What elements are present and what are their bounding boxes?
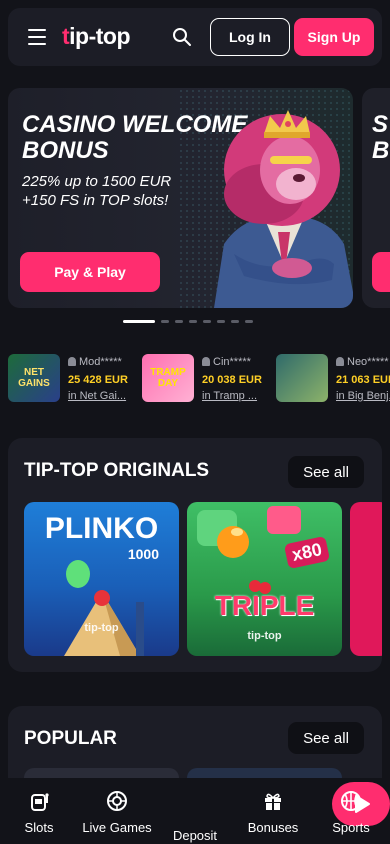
banner-pager bbox=[123, 320, 253, 323]
game-thumbnail: TRAMP DAY bbox=[142, 354, 194, 402]
welcome-bonus-banner[interactable]: CASINO WELCOME BONUS 225% up to 1500 EUR… bbox=[8, 88, 353, 308]
nav-label: Live Games bbox=[82, 820, 152, 835]
top-header: tip-top Log In Sign Up bbox=[8, 8, 382, 66]
user-icon bbox=[336, 357, 344, 366]
user-icon bbox=[202, 357, 210, 366]
winner-game-link[interactable]: in Big Benj... bbox=[336, 390, 390, 402]
popular-see-all-button[interactable]: See all bbox=[288, 722, 364, 754]
pager-dot[interactable] bbox=[217, 320, 225, 323]
user-icon bbox=[68, 357, 76, 366]
roulette-icon bbox=[107, 791, 127, 811]
nav-slots[interactable]: Slots bbox=[16, 790, 62, 840]
pager-dot[interactable] bbox=[189, 320, 197, 323]
game-thumbnail bbox=[276, 354, 328, 402]
winner-item[interactable]: Neo***** 21 063 EUR in Big Benj... bbox=[276, 350, 390, 406]
hamburger-menu-icon[interactable] bbox=[28, 29, 46, 45]
game-card-plinko[interactable]: PLINKO 1000 tip-top bbox=[24, 502, 179, 656]
slot-machine-icon bbox=[31, 793, 49, 811]
originals-section: TIP-TOP ORIGINALS See all PLINKO 1000 ti… bbox=[8, 438, 382, 672]
winner-username: Cin***** bbox=[202, 356, 251, 368]
gift-icon bbox=[265, 793, 281, 810]
winner-game-link[interactable]: in Net Gai... bbox=[68, 390, 126, 402]
winner-amount: 25 428 EUR bbox=[68, 374, 128, 386]
card-subtitle: 1000 bbox=[127, 546, 159, 562]
card-brand: tip-top bbox=[247, 630, 282, 642]
card-title: PLINKO bbox=[44, 512, 159, 545]
bottom-navigation: Slots Live Games Deposit Bonuses Sports bbox=[0, 778, 390, 844]
winner-game-link[interactable]: in Tramp ... bbox=[202, 390, 257, 402]
recent-winners-ticker: NET GAINS Mod***** 25 428 EUR in Net Gai… bbox=[0, 350, 390, 406]
pager-dot[interactable] bbox=[231, 320, 239, 323]
nav-label: Sports bbox=[332, 820, 370, 835]
section-title: POPULAR bbox=[24, 728, 117, 749]
game-card-triple[interactable]: x80 TRIPLE tip-top bbox=[187, 502, 342, 656]
next-banner-peek[interactable]: S B bbox=[362, 88, 390, 308]
nav-bonuses[interactable]: Bonuses bbox=[244, 790, 302, 840]
login-button[interactable]: Log In bbox=[210, 18, 290, 56]
nav-label: Deposit bbox=[172, 828, 218, 843]
pager-dot[interactable] bbox=[203, 320, 211, 323]
game-card-peek[interactable] bbox=[350, 502, 382, 656]
winner-amount: 21 063 EUR bbox=[336, 374, 390, 386]
section-title: TIP-TOP ORIGINALS bbox=[24, 460, 210, 481]
nav-deposit[interactable]: Deposit bbox=[166, 782, 390, 843]
banner-subtitle: 225% up to 1500 EUR +150 FS in TOP slots… bbox=[22, 173, 172, 209]
winner-username: Neo***** bbox=[336, 356, 389, 368]
search-icon[interactable] bbox=[172, 27, 192, 47]
card-brand: tip-top bbox=[84, 622, 119, 634]
nav-label: Slots bbox=[24, 820, 54, 835]
originals-see-all-button[interactable]: See all bbox=[288, 456, 364, 488]
card-title: TRIPLE bbox=[214, 590, 315, 621]
pay-and-play-button[interactable]: Pay & Play bbox=[20, 252, 160, 292]
site-logo[interactable]: tip-top bbox=[62, 23, 131, 50]
winner-item[interactable]: TRAMP DAY Cin***** 20 038 EUR in Tramp .… bbox=[142, 350, 270, 406]
pager-dot-active[interactable] bbox=[123, 320, 155, 323]
signup-button[interactable]: Sign Up bbox=[294, 18, 374, 56]
pager-dot[interactable] bbox=[161, 320, 169, 323]
basketball-icon bbox=[341, 791, 361, 811]
nav-live-games[interactable]: Live Games bbox=[80, 790, 154, 840]
game-thumbnail: NET GAINS bbox=[8, 354, 60, 402]
next-banner-title: S B bbox=[372, 111, 390, 164]
pager-dot[interactable] bbox=[245, 320, 253, 323]
lion-mascot-image bbox=[214, 110, 353, 308]
nav-sports[interactable]: Sports bbox=[326, 790, 376, 840]
winner-amount: 20 038 EUR bbox=[202, 374, 262, 386]
pager-dot[interactable] bbox=[175, 320, 183, 323]
next-banner-button[interactable] bbox=[372, 252, 390, 292]
winner-item[interactable]: NET GAINS Mod***** 25 428 EUR in Net Gai… bbox=[8, 350, 136, 406]
winner-username: Mod***** bbox=[68, 356, 122, 368]
nav-label: Bonuses bbox=[247, 820, 299, 835]
